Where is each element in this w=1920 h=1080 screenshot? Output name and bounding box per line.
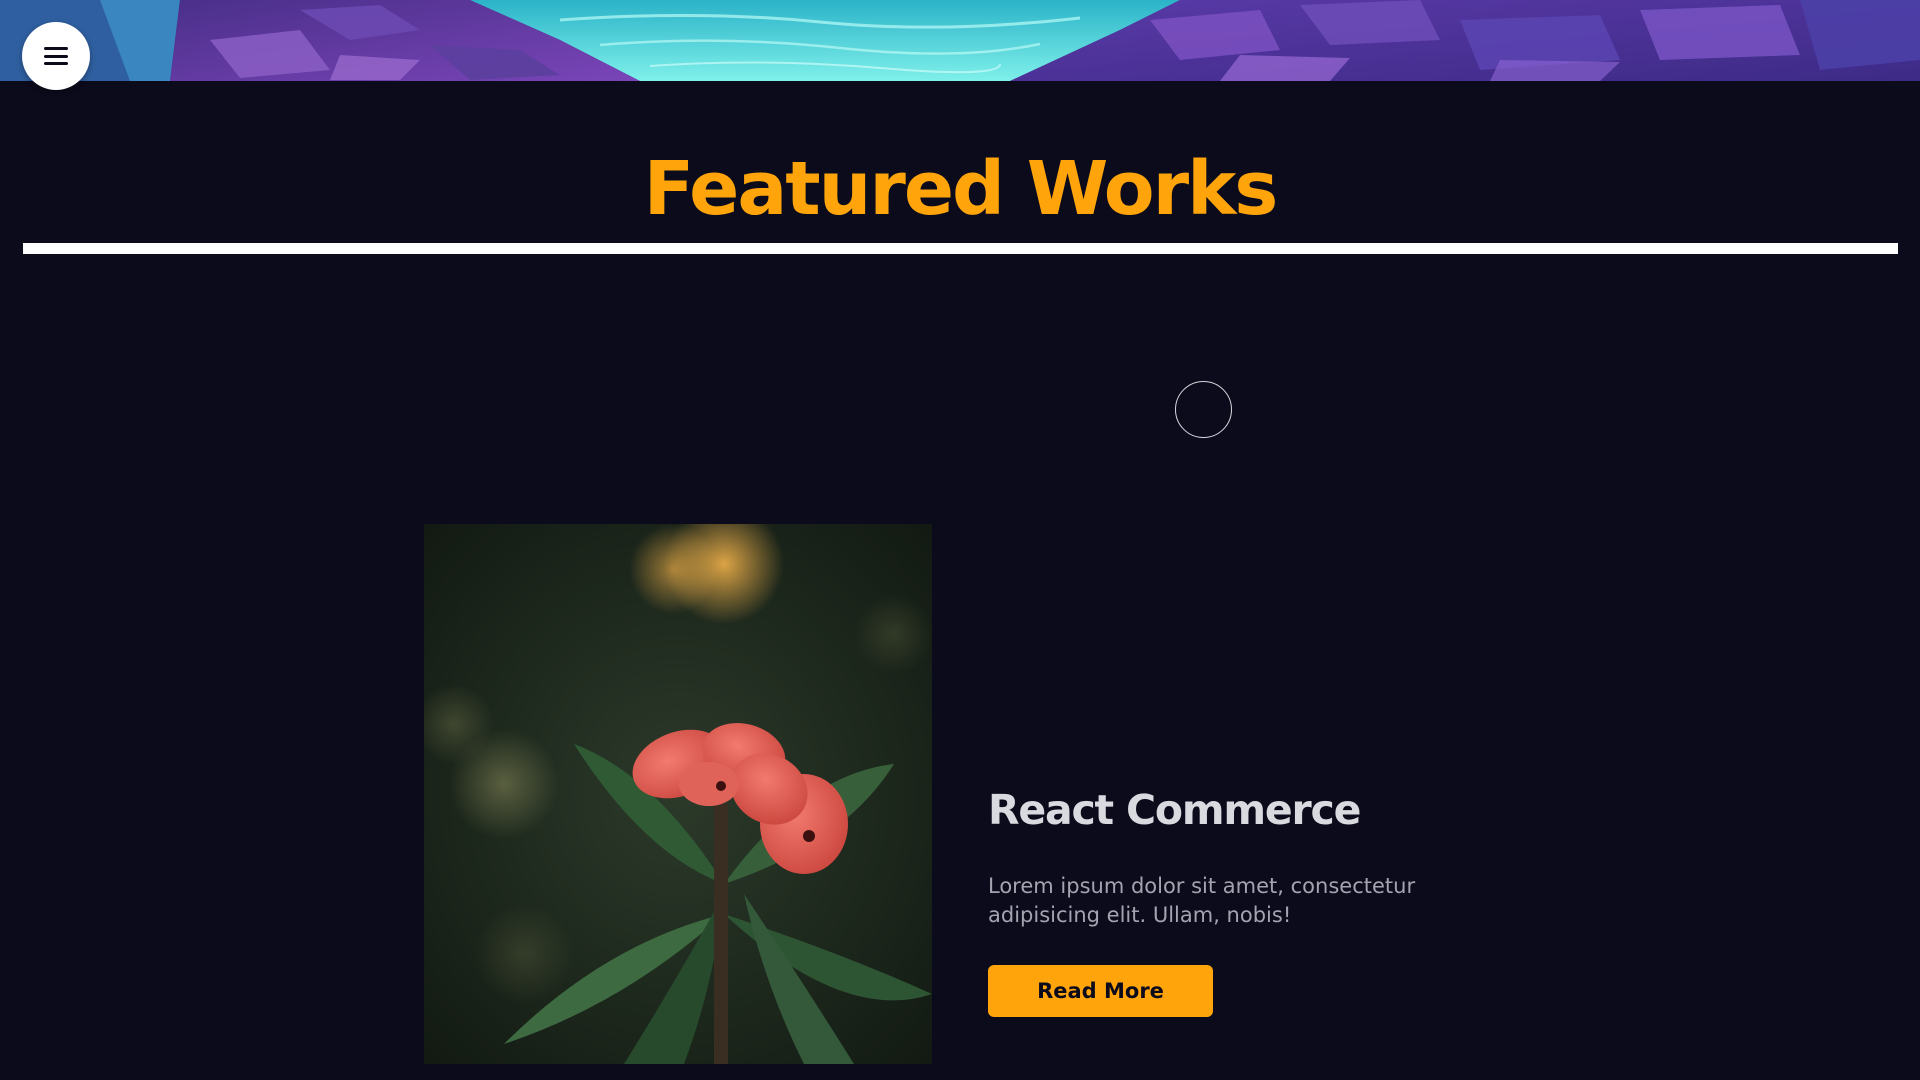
section-title: Featured Works (643, 146, 1279, 232)
work-description: Lorem ipsum dolor sit amet, consectetur … (988, 874, 1416, 927)
hamburger-menu-icon (44, 47, 68, 65)
menu-button[interactable] (22, 22, 90, 90)
work-title: React Commerce (988, 786, 1361, 834)
read-more-button[interactable]: Read More (988, 965, 1213, 1017)
hero-banner-image (0, 0, 1920, 81)
work-image (424, 524, 932, 1064)
title-divider (23, 243, 1898, 254)
custom-cursor-circle (1175, 381, 1232, 438)
